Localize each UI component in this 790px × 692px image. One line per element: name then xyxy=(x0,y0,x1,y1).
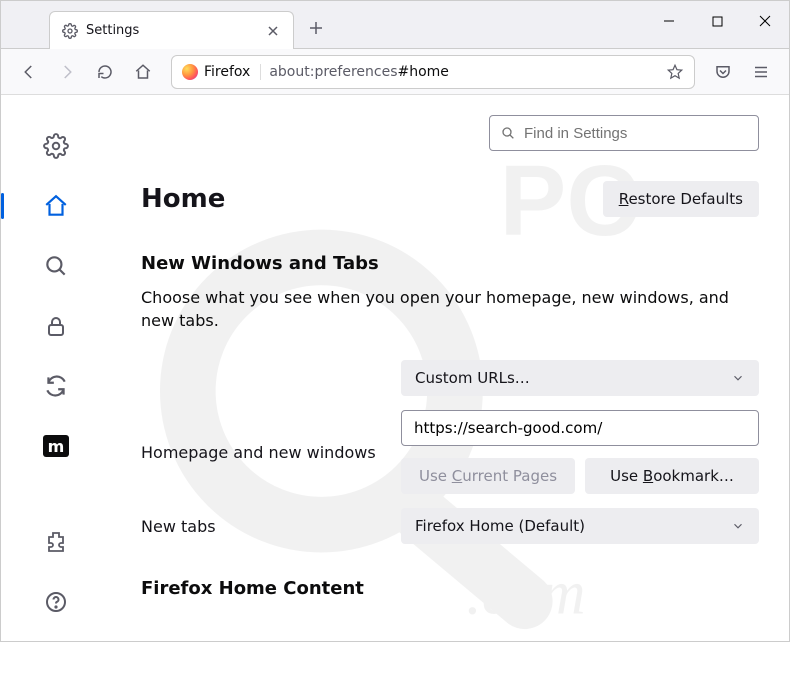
homepage-label: Homepage and new windows xyxy=(141,443,381,462)
select-value: Firefox Home (Default) xyxy=(415,517,585,535)
nav-privacy[interactable] xyxy=(35,305,77,347)
titlebar: Settings xyxy=(1,1,789,49)
section-title-windows-tabs: New Windows and Tabs xyxy=(141,253,759,274)
nav-search[interactable] xyxy=(35,245,77,287)
homepage-select[interactable]: Custom URLs… xyxy=(401,360,759,396)
back-button[interactable] xyxy=(11,56,47,88)
nav-more-mozilla[interactable]: m xyxy=(35,425,77,467)
url-bar[interactable]: Firefox about:preferences#home xyxy=(171,55,695,89)
star-icon[interactable] xyxy=(666,63,684,81)
home-button[interactable] xyxy=(125,56,161,88)
minimize-button[interactable] xyxy=(645,1,693,41)
settings-search[interactable] xyxy=(489,115,759,151)
firefox-logo-icon xyxy=(182,64,198,80)
nav-extensions[interactable] xyxy=(35,521,77,563)
browser-tab[interactable]: Settings xyxy=(49,11,294,49)
maximize-button[interactable] xyxy=(693,1,741,41)
app-menu-button[interactable] xyxy=(743,56,779,88)
identity-box[interactable]: Firefox xyxy=(182,64,261,80)
page-title: Home xyxy=(141,184,225,214)
window-controls xyxy=(645,1,789,41)
tab-title: Settings xyxy=(86,23,257,38)
chevron-down-icon xyxy=(731,519,745,533)
restore-defaults-button[interactable]: Restore Defaults xyxy=(603,181,759,217)
mozilla-icon: m xyxy=(43,435,69,457)
new-tab-button[interactable] xyxy=(300,12,332,44)
forward-button[interactable] xyxy=(49,56,85,88)
section-subtitle: Choose what you see when you open your h… xyxy=(141,286,759,332)
nav-home[interactable] xyxy=(35,185,77,227)
pocket-button[interactable] xyxy=(705,56,741,88)
gear-icon xyxy=(62,23,78,39)
nav-general[interactable] xyxy=(35,125,77,167)
nav-help[interactable] xyxy=(35,581,77,623)
close-window-button[interactable] xyxy=(741,1,789,41)
homepage-url-input[interactable] xyxy=(401,410,759,446)
url-text: about:preferences#home xyxy=(269,64,658,80)
settings-sidebar: m xyxy=(1,95,111,641)
identity-label: Firefox xyxy=(204,64,250,80)
use-current-pages-button[interactable]: Use Current Pages xyxy=(401,458,575,494)
use-bookmark-button[interactable]: Use Bookmark… xyxy=(585,458,759,494)
search-icon xyxy=(500,125,516,141)
toolbar: Firefox about:preferences#home xyxy=(1,49,789,95)
close-tab-icon[interactable] xyxy=(265,23,281,39)
settings-main: Home Restore Defaults New Windows and Ta… xyxy=(111,95,789,641)
settings-search-input[interactable] xyxy=(524,125,748,142)
reload-button[interactable] xyxy=(87,56,123,88)
chevron-down-icon xyxy=(731,371,745,385)
nav-sync[interactable] xyxy=(35,365,77,407)
newtabs-label: New tabs xyxy=(141,517,381,536)
newtabs-select[interactable]: Firefox Home (Default) xyxy=(401,508,759,544)
section-title-home-content: Firefox Home Content xyxy=(141,578,759,599)
select-value: Custom URLs… xyxy=(415,369,530,387)
